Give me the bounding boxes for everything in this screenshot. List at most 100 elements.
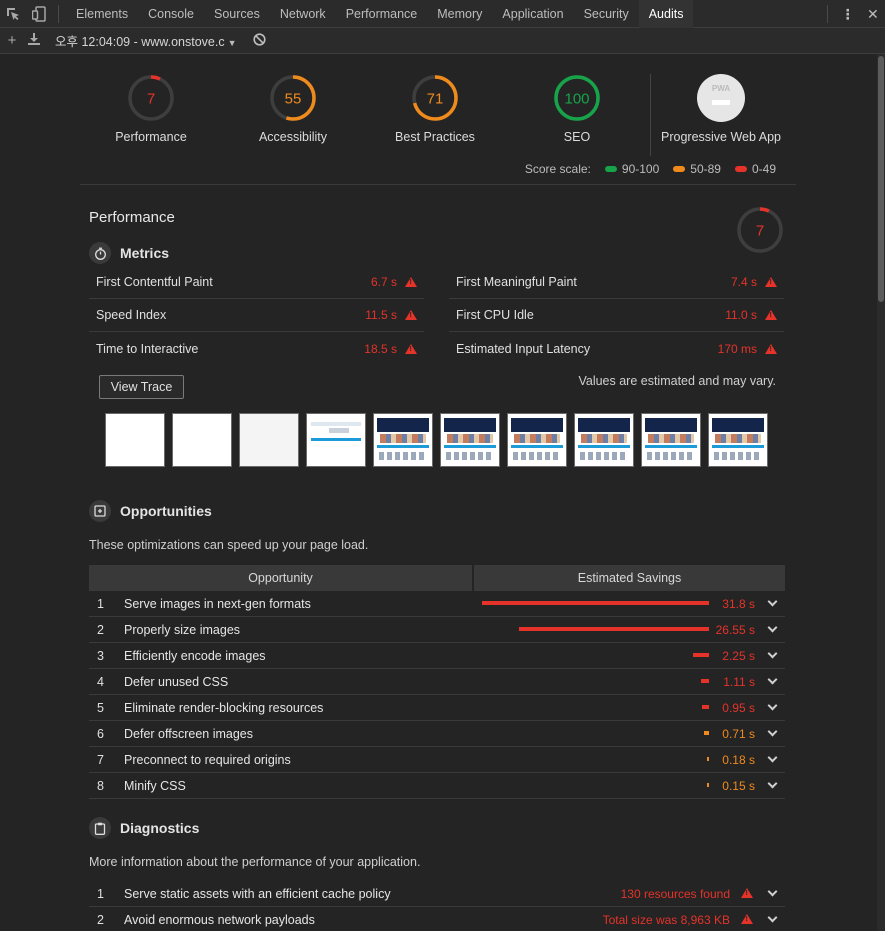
chevron-down-icon[interactable] — [767, 674, 778, 685]
score-scale-item: 90-100 — [604, 162, 659, 176]
view-trace-button[interactable]: View Trace — [99, 375, 184, 399]
metric-value-text: 7.4 s — [730, 275, 757, 289]
gauge-score: 55 — [285, 91, 302, 108]
filmstrip — [105, 413, 775, 467]
metric-name: First Contentful Paint — [96, 275, 213, 289]
tab-performance[interactable]: Performance — [336, 0, 428, 28]
metric-value-text: 170 ms — [717, 341, 757, 356]
download-icon[interactable] — [23, 32, 45, 49]
column-opportunity: Opportunity — [89, 565, 474, 591]
chevron-down-icon[interactable] — [767, 596, 778, 607]
gauge-accessibility[interactable]: 55 Accessibility — [218, 74, 368, 144]
metric-value-text: 18.5 s — [364, 341, 397, 356]
tab-sources[interactable]: Sources — [204, 0, 270, 28]
row-number: 1 — [97, 596, 104, 611]
chevron-down-icon[interactable] — [767, 912, 778, 923]
opportunity-title: Defer unused CSS — [124, 674, 229, 689]
row-number: 8 — [97, 778, 104, 793]
row-number: 2 — [97, 622, 104, 637]
gauge-ring: 7 — [128, 75, 174, 121]
opportunity-row[interactable]: 3 Efficiently encode images 2.25 s — [89, 643, 785, 669]
gauge-label: SEO — [563, 130, 591, 144]
tab-application[interactable]: Application — [492, 0, 573, 28]
diagnostic-value: Total size was 8,963 KB — [602, 912, 730, 927]
gauge-label: Best Practices — [395, 130, 475, 144]
opportunities-table: Opportunity Estimated Savings 1 Serve ima… — [89, 565, 785, 799]
new-audit-icon[interactable]: + — [1, 32, 23, 49]
gauge-performance[interactable]: 7 Performance — [76, 74, 226, 144]
chevron-down-icon[interactable] — [767, 648, 778, 659]
metrics-title: Metrics — [120, 245, 170, 261]
values-note: Values are estimated and may vary. — [578, 374, 776, 388]
gauge-ring: 71 — [412, 75, 458, 121]
tab-divider — [827, 5, 829, 23]
filmstrip-frame — [373, 413, 433, 467]
filmstrip-frame — [507, 413, 567, 467]
diagnostics-list: 1 Serve static assets with an efficient c… — [89, 881, 785, 931]
savings-value: 0.95 s — [722, 700, 755, 715]
scale-range-label: 50-89 — [690, 162, 721, 176]
chevron-down-icon[interactable] — [767, 700, 778, 711]
diagnostics-title: Diagnostics — [120, 820, 200, 836]
metric-value-text: 11.0 s — [725, 308, 757, 322]
tab-console[interactable]: Console — [138, 0, 204, 28]
tabbar-actions: ⋮ ✕ — [821, 0, 885, 28]
savings-bar — [704, 731, 709, 735]
opportunities-title: Opportunities — [120, 503, 212, 519]
tab-memory[interactable]: Memory — [427, 0, 492, 28]
gauge-ring: 55 — [270, 75, 316, 121]
scale-color-pill — [604, 166, 617, 172]
tab-elements[interactable]: Elements — [66, 0, 138, 28]
metric-name: Time to Interactive — [96, 341, 199, 356]
chevron-down-icon[interactable] — [767, 886, 778, 897]
filmstrip-frame — [641, 413, 701, 467]
metric-value: 11.0 s — [725, 308, 777, 322]
metric-value-text: 11.5 s — [365, 308, 397, 322]
gauge-pwa[interactable]: PWA Progressive Web App — [646, 74, 796, 144]
report-select[interactable]: 오후 12:04:09 - www.onstove.c ▼ — [55, 31, 237, 50]
opportunity-title: Defer offscreen images — [124, 726, 253, 741]
opportunity-row[interactable]: 4 Defer unused CSS 1.11 s — [89, 669, 785, 695]
gauge-seo[interactable]: 100 SEO — [502, 74, 652, 144]
chevron-down-icon[interactable] — [767, 726, 778, 737]
row-number: 7 — [97, 752, 104, 767]
metric-value: 7.4 s — [731, 275, 777, 289]
table-header: Opportunity Estimated Savings — [89, 565, 785, 591]
opportunity-row[interactable]: 2 Properly size images 26.55 s — [89, 617, 785, 643]
row-number: 6 — [97, 726, 104, 741]
opportunity-title: Efficiently encode images — [124, 648, 266, 663]
gauge-best-practices[interactable]: 71 Best Practices — [360, 74, 510, 144]
diagnostic-row[interactable]: 1 Serve static assets with an efficient c… — [89, 881, 785, 907]
inspect-element-icon[interactable] — [0, 0, 26, 28]
warning-icon — [741, 914, 753, 924]
diagnostic-row[interactable]: 2 Avoid enormous network payloads Total si… — [89, 907, 785, 931]
metric-value: 18.5 s — [364, 342, 417, 356]
chevron-down-icon[interactable] — [767, 752, 778, 763]
chevron-down-icon[interactable] — [767, 778, 778, 789]
opportunity-row[interactable]: 5 Eliminate render-blocking resources 0.95… — [89, 695, 785, 721]
close-icon[interactable]: ✕ — [867, 6, 879, 23]
clear-all-icon[interactable] — [252, 32, 266, 49]
score-scale: Score scale: 90-100 50-89 0-49 — [525, 162, 776, 176]
chevron-down-icon[interactable] — [767, 622, 778, 633]
device-toolbar-icon[interactable] — [26, 0, 52, 28]
opportunities-description: These optimizations can speed up your pa… — [89, 538, 369, 552]
tab-security[interactable]: Security — [574, 0, 639, 28]
scrollbar-thumb[interactable] — [878, 56, 884, 302]
filmstrip-frame — [172, 413, 232, 467]
score-scale-label: Score scale: — [524, 162, 591, 176]
diagnostic-title: Avoid enormous network payloads — [124, 912, 315, 927]
tab-network[interactable]: Network — [270, 0, 336, 28]
warning-icon — [405, 310, 417, 320]
tab-audits[interactable]: Audits — [638, 0, 694, 28]
opportunity-row[interactable]: 6 Defer offscreen images 0.71 s — [89, 721, 785, 747]
filmstrip-frame — [440, 413, 500, 467]
opportunity-row[interactable]: 8 Minify CSS 0.15 s — [89, 773, 785, 799]
opportunity-row[interactable]: 1 Serve images in next-gen formats 31.8 s — [89, 591, 785, 617]
score-scale-item: 50-89 — [673, 162, 721, 176]
filmstrip-frame — [239, 413, 299, 467]
stopwatch-icon — [89, 242, 111, 264]
opportunity-row[interactable]: 7 Preconnect to required origins 0.18 s — [89, 747, 785, 773]
more-options-icon[interactable]: ⋮ — [841, 6, 855, 23]
metrics-header: Metrics — [89, 242, 169, 264]
